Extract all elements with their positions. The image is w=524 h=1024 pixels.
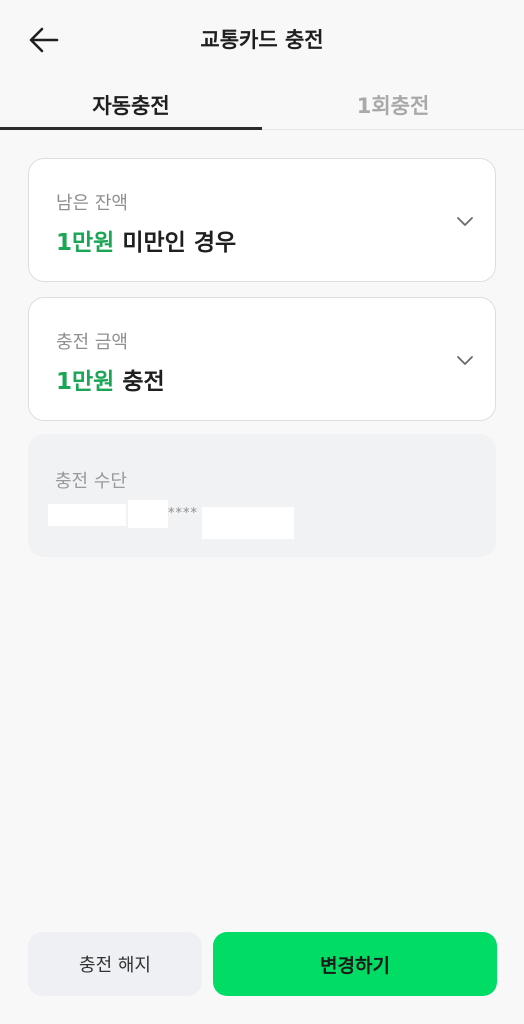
chevron-down-icon — [457, 356, 473, 365]
redacted-block — [48, 504, 126, 526]
tab-divider — [262, 129, 524, 130]
charge-amount-suffix: 충전 — [114, 369, 165, 395]
charge-tabs: 자동충전 1회충전 — [0, 78, 524, 130]
charge-amount-amount: 1만원 — [56, 369, 115, 395]
payment-method-card: 충전 수단 **** — [28, 434, 496, 557]
balance-threshold-value: 1만원 미만인 경우 — [56, 223, 236, 257]
redacted-block — [128, 500, 168, 528]
active-tab-indicator — [0, 127, 262, 130]
payment-method-label: 충전 수단 — [55, 471, 127, 492]
balance-threshold-suffix: 미만인 경우 — [114, 230, 237, 256]
redacted-block — [202, 507, 294, 539]
charge-amount-value: 1만원 충전 — [56, 362, 165, 396]
change-button[interactable]: 변경하기 — [213, 932, 497, 996]
tab-one-time-charge[interactable]: 1회충전 — [262, 78, 524, 130]
balance-threshold-label: 남은 잔액 — [56, 193, 128, 214]
page-title: 교통카드 충전 — [200, 28, 324, 52]
tab-auto-charge[interactable]: 자동충전 — [0, 78, 262, 130]
chevron-down-icon — [457, 217, 473, 226]
charge-amount-label: 충전 금액 — [56, 332, 128, 353]
balance-threshold-amount: 1만원 — [56, 230, 115, 256]
header: 교통카드 충전 — [0, 0, 524, 78]
balance-threshold-select[interactable]: 남은 잔액 1만원 미만인 경우 — [28, 158, 496, 282]
payment-method-masked-number: **** — [168, 506, 198, 521]
cancel-charge-button[interactable]: 충전 해지 — [28, 932, 202, 996]
app-screen: 교통카드 충전 자동충전 1회충전 남은 잔액 1만원 미만인 경우 충전 금액… — [0, 0, 524, 1024]
charge-amount-select[interactable]: 충전 금액 1만원 충전 — [28, 297, 496, 421]
